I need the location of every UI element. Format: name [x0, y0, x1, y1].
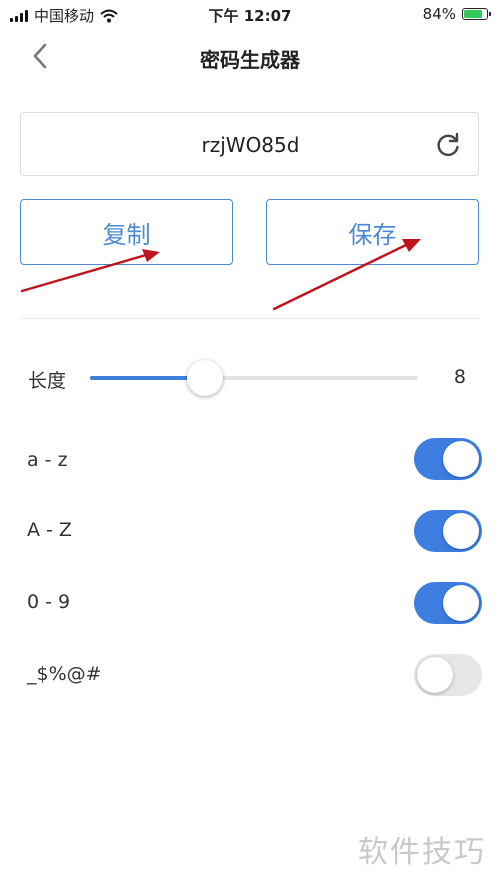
save-button[interactable]: 保存 — [266, 199, 479, 265]
option-uppercase-toggle[interactable] — [414, 510, 482, 552]
status-right: 84% — [422, 5, 491, 23]
refresh-button[interactable] — [434, 131, 462, 159]
battery-fill — [464, 10, 483, 18]
option-symbols-label: _$%@# — [27, 663, 102, 685]
toggle-knob — [443, 513, 479, 549]
length-value: 8 — [453, 366, 466, 388]
length-label: 长度 — [28, 370, 67, 392]
toggle-knob — [443, 585, 479, 621]
password-generator-screen: 中国移动 下午 12:07 84% 密码生成器 rzjWO85d 复制 保存 长… — [0, 0, 500, 889]
password-text: rzjWO85d — [201, 133, 300, 157]
slider-thumb[interactable] — [186, 360, 223, 396]
copy-button-label: 复制 — [102, 220, 151, 249]
watermark: 软件技巧 — [358, 835, 486, 870]
divider — [20, 318, 480, 319]
option-uppercase-label: A - Z — [27, 519, 72, 541]
option-lowercase-toggle[interactable] — [414, 438, 482, 480]
page-title: 密码生成器 — [200, 48, 300, 72]
save-button-label: 保存 — [348, 220, 397, 249]
copy-button[interactable]: 复制 — [20, 199, 233, 265]
toggle-knob — [417, 657, 453, 693]
password-display: rzjWO85d — [20, 112, 479, 176]
battery-percent: 84% — [422, 5, 456, 23]
option-lowercase-label: a - z — [27, 449, 68, 471]
nav-bar: 密码生成器 — [0, 28, 500, 84]
option-digits-label: 0 - 9 — [27, 591, 71, 613]
battery-icon — [462, 8, 491, 20]
option-symbols-toggle[interactable] — [414, 654, 482, 696]
option-digits-toggle[interactable] — [414, 582, 482, 624]
toggle-knob — [443, 441, 479, 477]
length-slider[interactable] — [90, 358, 418, 398]
status-bar: 中国移动 下午 12:07 84% — [0, 0, 500, 28]
refresh-icon — [437, 132, 459, 157]
